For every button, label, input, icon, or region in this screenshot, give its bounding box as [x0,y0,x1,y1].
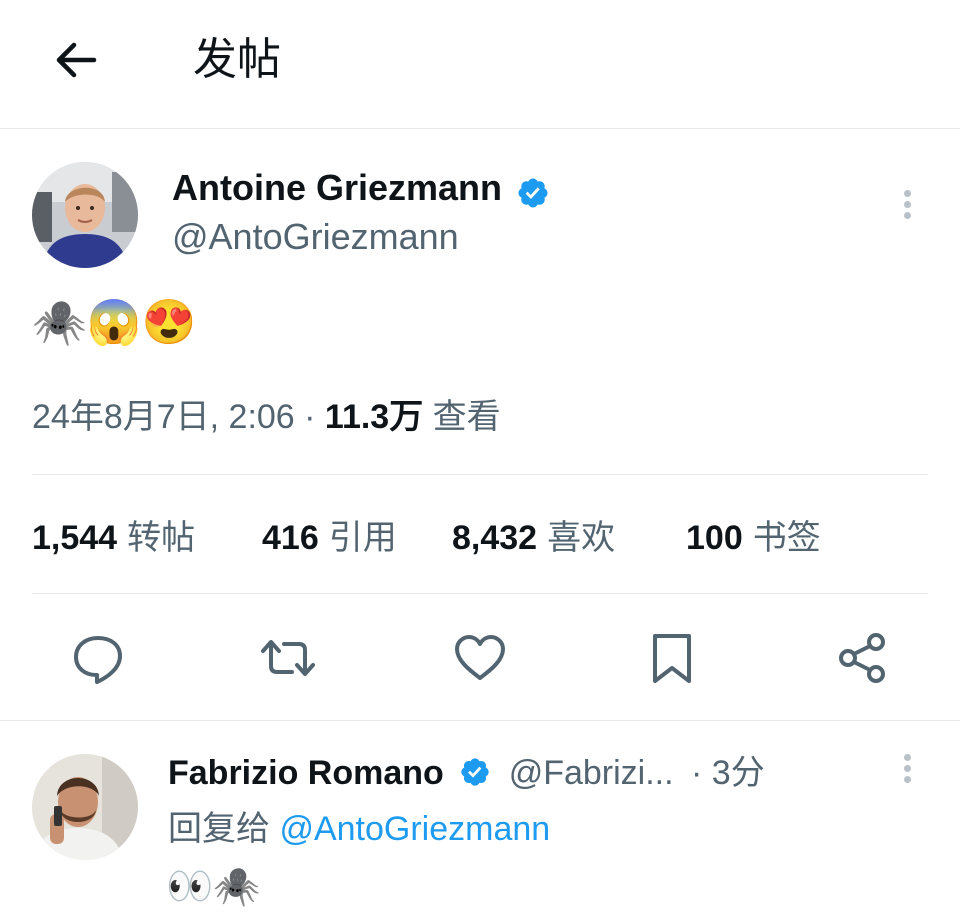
reply-author-avatar[interactable] [32,754,138,860]
share-icon [839,633,885,683]
back-arrow-icon [56,42,97,78]
reply-button[interactable] [68,628,128,688]
stat-quotes[interactable]: 416 引用 [262,516,397,560]
reply-divider [0,720,960,721]
more-options-icon[interactable] [901,186,913,226]
views-count: 11.3万 [324,398,424,436]
stat-likes[interactable]: 8,432 喜欢 [452,516,615,560]
reply-header: Fabrizio Romano @Fabrizi... · 3分 [168,750,765,796]
tweet-meta: 24年8月7日, 2:06 · 11.3万 查看 [32,394,501,440]
reply-time[interactable]: · 3分 [691,754,765,792]
tweet-timestamp[interactable]: 24年8月7日, 2:06 · [32,398,325,436]
avatar-image [32,162,138,268]
bookmark-icon [653,634,691,683]
stat-count: 100 [686,519,743,557]
stat-label: 转帖 [127,519,196,557]
share-button[interactable] [832,628,892,688]
replying-to-handle[interactable]: @AntoGriezmann [279,810,550,848]
author-avatar[interactable] [32,162,138,268]
author-name[interactable]: Antoine Griezmann [172,167,502,208]
header-divider [0,128,960,129]
tweet-content: 🕷️😱😍 [32,298,197,347]
avatar-image [32,754,138,860]
reply-content: 👀🕷️ [166,866,261,908]
stat-count: 416 [262,519,319,557]
meta-divider [32,474,928,475]
stat-bookmarks[interactable]: 100 书签 [686,516,821,560]
views-label: 查看 [423,398,501,436]
reply-icon [74,636,122,684]
reply-author-handle[interactable]: @Fabrizi... [509,754,674,792]
retweet-icon [261,640,315,676]
replying-to: 回复给 @AntoGriezmann [168,806,550,852]
stat-count: 1,544 [32,519,118,557]
reply-author-name[interactable]: Fabrizio Romano [168,754,444,792]
verified-badge-icon [518,178,549,208]
retweet-button[interactable] [258,628,318,688]
bookmark-button[interactable] [642,628,702,688]
stat-label: 书签 [752,519,821,557]
stats-divider [32,593,928,594]
like-button[interactable] [450,628,510,688]
stat-count: 8,432 [452,519,538,557]
stat-label: 引用 [328,519,397,557]
verified-badge-icon [461,758,489,786]
back-button[interactable] [50,34,102,86]
page-title: 发帖 [193,35,281,84]
author-handle[interactable]: @AntoGriezmann [172,214,459,260]
replying-to-prefix: 回复给 [168,810,280,848]
reply-more-options-icon[interactable] [901,750,913,790]
stat-label: 喜欢 [547,519,616,557]
heart-icon [455,635,505,680]
top-bar: 发帖 [0,0,960,128]
author-name-row: Antoine Griezmann [172,166,550,210]
stat-retweets[interactable]: 1,544 转帖 [32,516,195,560]
